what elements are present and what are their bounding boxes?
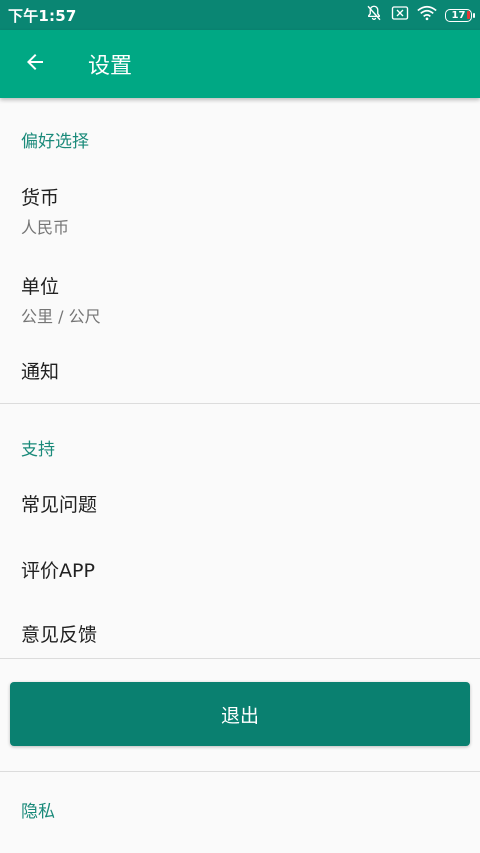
setting-label: 评价APP [21,560,95,582]
sim-error-icon [391,5,409,25]
setting-item-feedback[interactable]: 意见反馈 [0,591,480,656]
section-header-support: 支持 [21,440,55,460]
app-bar: 设置 [0,30,480,98]
section-header-preferences: 偏好选择 [21,132,89,152]
setting-value: 人民币 [21,218,70,237]
battery-icon: 17 [445,8,475,22]
setting-item-rate-app[interactable]: 评价APP [0,526,480,591]
setting-item-currency[interactable]: 货币 人民币 [0,152,480,241]
setting-item-unit[interactable]: 单位 公里 / 公尺 [0,241,480,330]
setting-label: 常见问题 [21,494,98,516]
notifications-off-icon [365,4,383,26]
status-time: 下午1:57 [8,6,77,25]
logout-container: 退出 [0,659,480,771]
setting-value: 公里 / 公尺 [21,307,101,326]
logout-button[interactable]: 退出 [10,682,470,746]
settings-list: 偏好选择 货币 人民币 单位 公里 / 公尺 通知 支持 常见问题 评价APP … [0,98,480,822]
setting-item-faq[interactable]: 常见问题 [0,460,480,526]
page-title: 设置 [88,54,133,79]
battery-level: 17 [451,9,466,21]
status-bar: 下午1:57 17 [0,0,480,30]
status-icons: 17 [365,4,475,26]
setting-label: 通知 [21,361,60,383]
setting-label: 货币 [21,187,60,209]
wifi-icon [417,5,437,25]
setting-item-notifications[interactable]: 通知 [0,330,480,403]
setting-label: 意见反馈 [21,624,98,646]
section-header-privacy: 隐私 [21,802,55,822]
back-button[interactable] [20,49,50,79]
arrow-back-icon [23,50,47,78]
setting-label: 单位 [21,276,60,298]
